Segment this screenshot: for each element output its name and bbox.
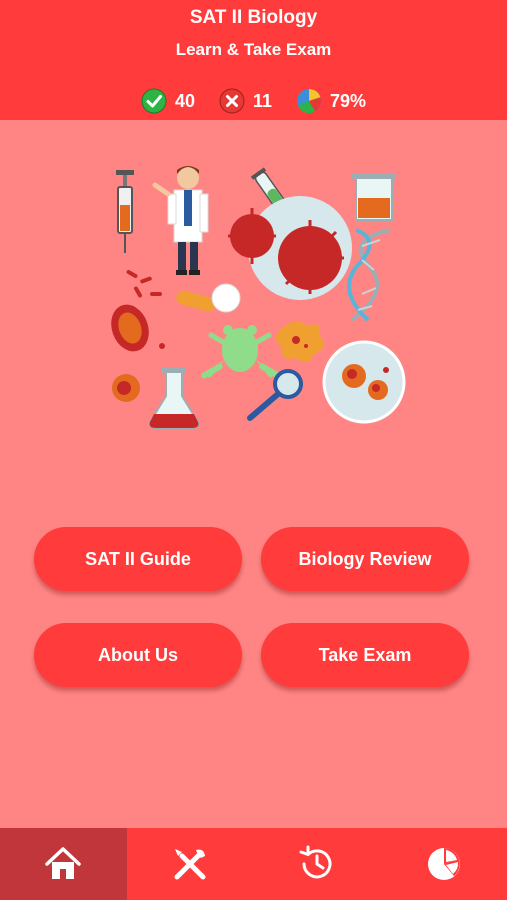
- app-title: SAT II Biology: [189, 7, 318, 28]
- biology-review-button[interactable]: Biology Review: [261, 527, 469, 591]
- app-subtitle: Learn & Take Exam: [175, 40, 332, 59]
- scientist-icon: [152, 166, 209, 275]
- frog-icon: [201, 325, 281, 379]
- check-circle-icon: [141, 88, 167, 114]
- stats-bar: 40 11 79%: [0, 86, 507, 116]
- about-us-button[interactable]: About Us: [34, 623, 242, 687]
- score-percent: 79%: [330, 90, 367, 111]
- tab-home[interactable]: [0, 828, 127, 900]
- dna-icon: [347, 228, 391, 322]
- pill-icon: [176, 283, 241, 313]
- magnifier-icon: [247, 369, 303, 421]
- petri-dish-icon: [322, 340, 406, 424]
- tab-statistics[interactable]: [380, 828, 507, 900]
- score-stat: 79%: [296, 88, 366, 114]
- tab-tools[interactable]: [127, 828, 254, 900]
- syringe-icon: [116, 170, 134, 253]
- cell-icon: [111, 304, 165, 402]
- flask-icon: [148, 368, 200, 429]
- virus-icon: [228, 196, 352, 300]
- correct-stat: 40: [141, 88, 195, 114]
- tab-history[interactable]: [254, 828, 381, 900]
- pie-chart-icon: [297, 89, 322, 114]
- correct-count: 40: [174, 90, 195, 111]
- tools-icon: [174, 849, 206, 880]
- stats-pie-icon: [427, 848, 460, 880]
- wrong-count: 11: [252, 90, 273, 111]
- take-exam-button[interactable]: Take Exam: [261, 623, 469, 687]
- tab-bar: [0, 828, 507, 900]
- history-icon: [299, 845, 332, 879]
- wrong-stat: 11: [219, 88, 272, 114]
- amoeba-icon: [276, 321, 324, 363]
- beaker-icon: [352, 174, 396, 221]
- home-icon: [45, 847, 82, 879]
- x-circle-icon: [219, 88, 245, 114]
- bacteria-icon: [126, 270, 162, 298]
- biology-illustration: [111, 166, 406, 429]
- sat-guide-button[interactable]: SAT II Guide: [34, 527, 242, 591]
- app-header: SAT II Biology Learn & Take Exam 40 11 7…: [0, 0, 507, 120]
